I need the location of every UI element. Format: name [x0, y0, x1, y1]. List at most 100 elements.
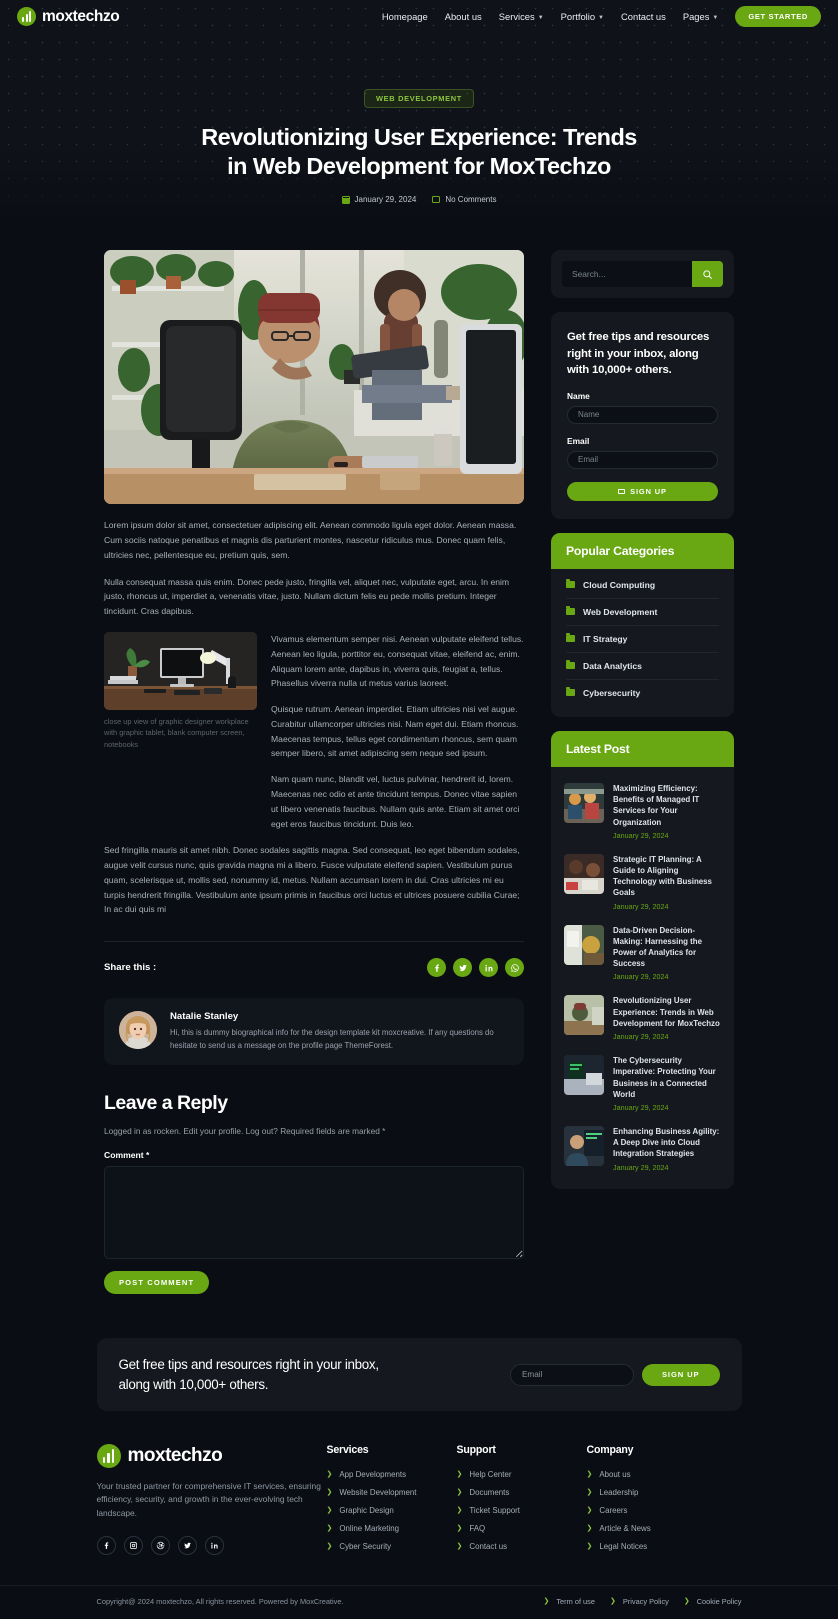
footer-link[interactable]: ❯ FAQ	[457, 1524, 587, 1533]
footer-link[interactable]: ❯ Legal Notices	[587, 1542, 727, 1551]
chevron-right-icon: ❯	[543, 1598, 550, 1606]
nav-item-pages[interactable]: Pages ▼	[683, 11, 719, 22]
cta-signup-button[interactable]: SIGN UP	[641, 1363, 720, 1386]
chevron-right-icon: ❯	[456, 1488, 463, 1496]
category-item-cloud-computing[interactable]: Cloud Computing	[566, 572, 719, 599]
footer-column-heading: Services	[326, 1443, 369, 1456]
comment-input[interactable]	[104, 1166, 524, 1260]
email-field[interactable]	[567, 450, 718, 469]
facebook-icon[interactable]	[96, 1536, 116, 1556]
category-item-web-development[interactable]: Web Development	[566, 599, 719, 626]
top-navigation-bar: moxtechzo Homepage About us Services ▼ Po…	[0, 0, 838, 33]
footer-brand-name: moxtechzo	[127, 1444, 223, 1466]
footer-link[interactable]: ❯ Contact us	[457, 1542, 587, 1551]
post-comment-button[interactable]: POST COMMENT	[104, 1271, 210, 1295]
twitter-icon[interactable]	[177, 1536, 197, 1556]
list-item[interactable]: Data-Driven Decision-Making: Harnessing …	[564, 918, 721, 989]
list-item[interactable]: Strategic IT Planning: A Guide to Aligni…	[564, 847, 721, 918]
post-date: January 29, 2024	[613, 972, 669, 982]
footer-link[interactable]: ❯ Ticket Support	[457, 1506, 587, 1515]
newsletter-widget: Get free tips and resources right in you…	[551, 312, 734, 519]
chevron-right-icon: ❯	[586, 1488, 593, 1496]
chevron-right-icon: ❯	[326, 1506, 333, 1514]
footer-link[interactable]: ❯ Online Marketing	[327, 1524, 457, 1533]
search-button[interactable]	[692, 261, 723, 288]
image-caption: close up view of graphic designer workpl…	[104, 716, 249, 749]
list-item[interactable]: Maximizing Efficiency: Benefits of Manag…	[564, 776, 721, 847]
page-title: Revolutionizing User Experience: Trends …	[0, 123, 838, 181]
divider	[104, 941, 524, 943]
logged-in-notice: Logged in as rocken. Edit your profile. …	[104, 1126, 386, 1137]
chevron-right-icon: ❯	[456, 1470, 463, 1478]
folder-icon	[566, 687, 575, 697]
whatsapp-icon[interactable]	[505, 958, 524, 978]
category-item-data-analytics[interactable]: Data Analytics	[566, 653, 719, 680]
site-logo[interactable]: moxtechzo	[17, 7, 120, 26]
footer-link[interactable]: ❯ Leadership	[587, 1488, 727, 1497]
article-paragraph: Sed fringilla mauris sit amet nibh. Done…	[104, 845, 520, 915]
nav-item-services[interactable]: Services ▼	[499, 11, 544, 22]
category-badge[interactable]: WEB DEVELOPMENT	[363, 89, 475, 108]
legal-link-privacy-policy[interactable]: ❯ Privacy Policy	[610, 1597, 669, 1606]
post-date: January 29, 2024	[613, 901, 669, 911]
footer-link[interactable]: ❯ App Developments	[327, 1470, 457, 1479]
post-comments[interactable]: No Comments	[432, 195, 496, 204]
list-item[interactable]: The Cybersecurity Imperative: Protecting…	[564, 1048, 721, 1119]
linkedin-icon[interactable]	[204, 1536, 224, 1556]
footer-column-heading: Support	[456, 1443, 496, 1456]
footer-link[interactable]: ❯ Careers	[587, 1506, 727, 1515]
category-item-cybersecurity[interactable]: Cybersecurity	[566, 680, 719, 706]
post-comments-text: No Comments	[445, 195, 497, 205]
footer-link[interactable]: ❯ Cyber Security	[327, 1542, 457, 1551]
legal-link-term-of-use[interactable]: ❯ Term of use	[543, 1597, 594, 1606]
name-field[interactable]	[567, 405, 718, 424]
footer-logo[interactable]: moxtechzo	[96, 1443, 327, 1468]
footer-link[interactable]: ❯ Article & News	[587, 1524, 727, 1533]
chevron-right-icon: ❯	[326, 1524, 333, 1532]
inline-figure: close up view of graphic designer workpl…	[104, 631, 257, 750]
nav-label: Portfolio	[560, 11, 596, 22]
main-nav: Homepage About us Services ▼ Portfolio ▼ C…	[382, 6, 821, 27]
post-thumbnail	[564, 782, 604, 823]
signup-label: SIGN UP	[630, 486, 667, 496]
envelope-icon	[618, 488, 626, 494]
footer-link[interactable]: ❯ Graphic Design	[327, 1506, 457, 1515]
twitter-icon[interactable]	[453, 958, 472, 978]
category-item-it-strategy[interactable]: IT Strategy	[566, 626, 719, 653]
article-paragraph: Vivamus elementum semper nisi. Aenean vu…	[271, 633, 524, 689]
cta-email-field[interactable]	[509, 1363, 634, 1386]
facebook-icon[interactable]	[427, 958, 446, 978]
footer-link[interactable]: ❯ Website Development	[327, 1488, 457, 1497]
footer-column-company: Company ❯ About us ❯ Leadership ❯ Careers ❯…	[587, 1444, 727, 1551]
footer-link-label: Legal Notices	[599, 1541, 648, 1551]
nav-item-contact-us[interactable]: Contact us	[621, 11, 666, 22]
cta-heading-line1: Get free tips and resources right in you…	[118, 1357, 380, 1373]
nav-item-homepage[interactable]: Homepage	[382, 11, 428, 22]
post-title: Enhancing Business Agility: A Deep Dive …	[613, 1127, 720, 1159]
get-started-button[interactable]: GET STARTED	[735, 6, 821, 27]
footer-link[interactable]: ❯ Help Center	[457, 1470, 587, 1479]
leave-a-reply-title: Leave a Reply	[104, 1092, 228, 1115]
nav-item-portfolio[interactable]: Portfolio ▼	[561, 11, 604, 22]
search-input[interactable]	[562, 261, 692, 288]
chevron-right-icon: ❯	[586, 1524, 593, 1532]
footer-link-label: App Developments	[339, 1469, 407, 1479]
nav-label: Pages	[682, 11, 710, 22]
newsletter-heading: Get free tips and resources right in you…	[567, 331, 710, 377]
chevron-right-icon: ❯	[456, 1524, 463, 1532]
nav-item-about-us[interactable]: About us	[445, 11, 482, 22]
legal-link-cookie-policy[interactable]: ❯ Cookie Policy	[684, 1597, 742, 1606]
article-body: Lorem ipsum dolor sit amet, consectetuer…	[104, 518, 524, 917]
page-title-line1: Revolutionizing User Experience: Trends	[201, 124, 637, 150]
footer-link[interactable]: ❯ About us	[587, 1470, 727, 1479]
instagram-icon[interactable]	[123, 1536, 143, 1556]
list-item[interactable]: Enhancing Business Agility: A Deep Dive …	[564, 1119, 721, 1179]
desk-photo	[104, 631, 257, 710]
inline-image	[104, 631, 257, 710]
linkedin-icon[interactable]	[479, 958, 498, 978]
list-item[interactable]: Revolutionizing User Experience: Trends …	[564, 988, 721, 1048]
footer-link[interactable]: ❯ Documents	[457, 1488, 587, 1497]
newsletter-signup-button[interactable]: SIGN UP	[567, 481, 718, 501]
cta-heading: Get free tips and resources right in you…	[118, 1355, 380, 1393]
dribbble-icon[interactable]	[150, 1536, 170, 1556]
